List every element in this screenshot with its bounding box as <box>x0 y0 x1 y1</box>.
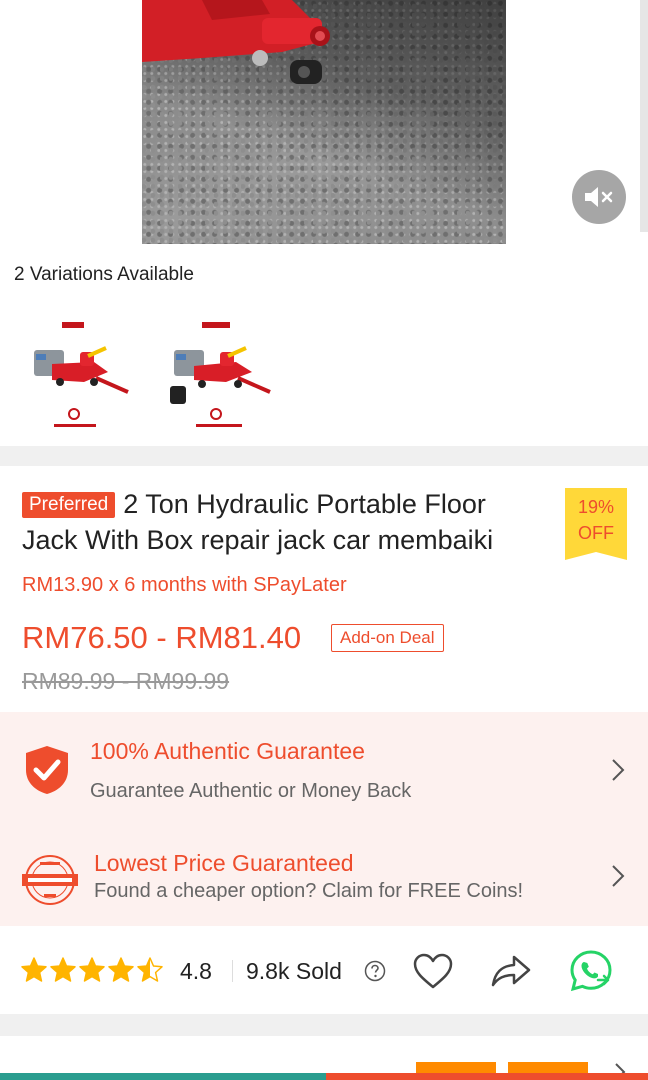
product-page: 2 Variations Available Preferred 2 Ton H… <box>0 0 648 1080</box>
lowest-price-row[interactable]: Lowest Price Guaranteed Found a cheaper … <box>0 822 648 926</box>
heart-icon[interactable] <box>412 952 454 990</box>
authentic-guarantee-subtitle: Guarantee Authentic or Money Back <box>90 780 412 802</box>
discount-label: OFF <box>578 523 614 543</box>
shield-check-icon <box>26 746 68 794</box>
chat-action-bar[interactable] <box>0 1073 326 1080</box>
whatsapp-share-icon[interactable] <box>568 948 614 994</box>
rating-value: 4.8 <box>180 958 212 984</box>
original-price: RM89.99 - RM99.99 <box>22 668 230 694</box>
product-info: Preferred 2 Ton Hydraulic Portable Floor … <box>0 466 648 712</box>
share-icon[interactable] <box>490 952 532 990</box>
lowest-price-subtitle: Found a cheaper option? Claim for FREE C… <box>94 880 524 902</box>
addon-deal-button[interactable]: Add-on Deal <box>331 624 444 652</box>
preferred-badge: Preferred <box>22 492 116 518</box>
floor-jack-image <box>142 0 330 84</box>
variations-title: 2 Variations Available <box>14 264 194 285</box>
lowest-price-title: Lowest Price Guaranteed <box>94 850 354 876</box>
variations-section: 2 Variations Available <box>0 248 648 446</box>
installment-link[interactable]: RM13.90 x 6 months with SPayLater <box>22 574 347 597</box>
star-icon <box>50 957 76 982</box>
variation-2-image <box>170 322 271 427</box>
lowest-price-stamp-icon <box>22 855 78 905</box>
chevron-right-icon <box>612 865 625 887</box>
product-media <box>0 0 648 248</box>
authentic-guarantee-title: 100% Authentic Guarantee <box>90 738 365 764</box>
guarantees-section: 100% Authentic Guarantee Guarantee Authe… <box>0 712 648 926</box>
star-icon <box>108 957 134 982</box>
next-media-edge <box>640 0 648 232</box>
buy-action-bar[interactable] <box>326 1073 648 1080</box>
rating-row: 4.8 9.8k Sold <box>0 926 648 1014</box>
discount-badge: 19% OFF <box>565 488 627 560</box>
bottom-action-bar <box>0 1073 648 1080</box>
product-title-block: Preferred 2 Ton Hydraulic Portable Floor … <box>22 486 542 558</box>
star-icon <box>21 957 47 982</box>
help-icon[interactable] <box>364 960 386 982</box>
star-icon <box>137 957 163 982</box>
variation-1-image <box>34 322 129 427</box>
sold-count: 9.8k Sold <box>246 958 342 984</box>
mute-button[interactable] <box>572 170 626 224</box>
rating-divider <box>232 960 233 982</box>
authentic-guarantee-row[interactable]: 100% Authentic Guarantee Guarantee Authe… <box>0 712 648 822</box>
price-range: RM76.50 - RM81.40 <box>22 620 302 655</box>
star-icon <box>79 957 105 982</box>
chevron-right-icon <box>612 759 625 781</box>
variation-thumb-1[interactable] <box>24 316 132 434</box>
rating-stars <box>20 956 164 984</box>
variation-thumb-2[interactable] <box>166 316 274 434</box>
product-video[interactable] <box>142 0 506 244</box>
discount-percent: 19% <box>577 497 615 517</box>
speaker-muted-icon <box>585 187 613 207</box>
